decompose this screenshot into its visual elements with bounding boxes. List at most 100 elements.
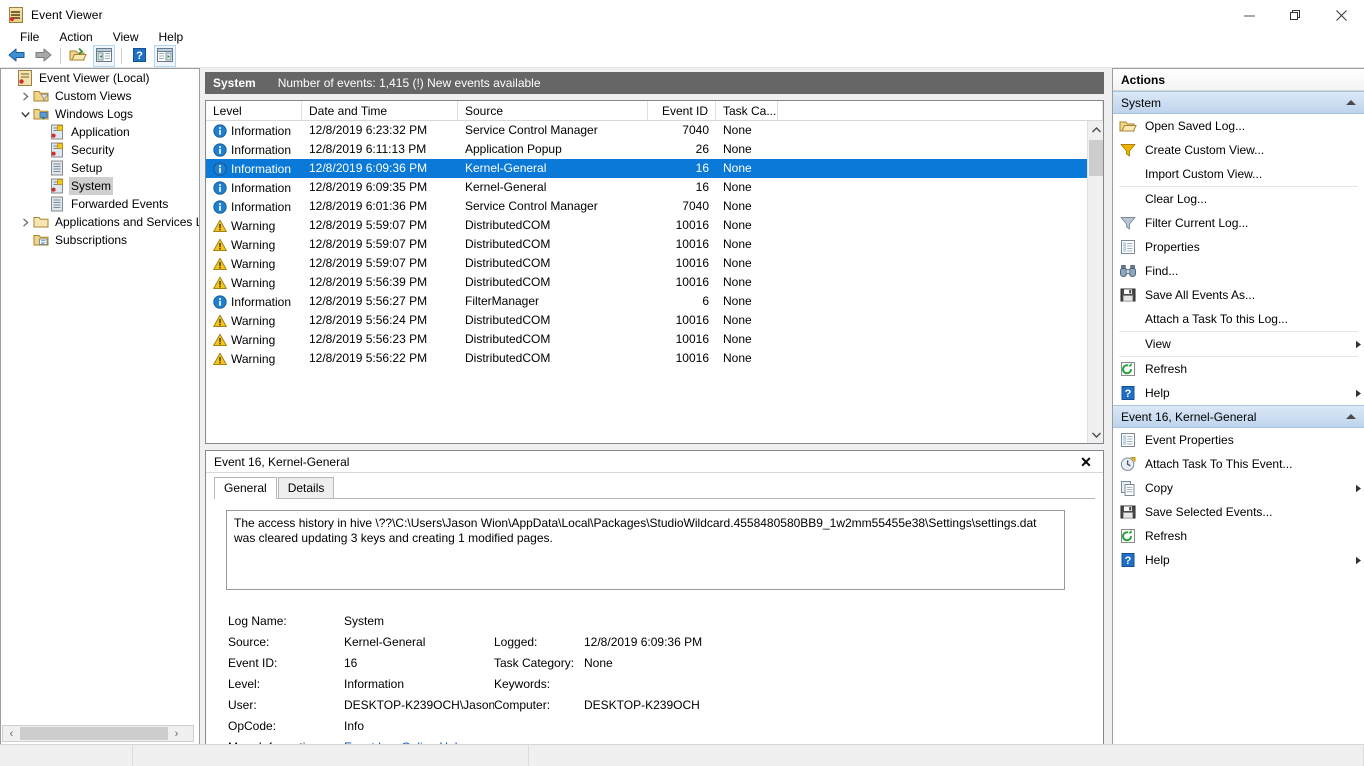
actions-body: System Open Saved Log... Create Custom Vie…	[1113, 91, 1364, 572]
table-row[interactable]: Warning 12/8/2019 5:56:23 PM DistributedCO…	[206, 330, 1087, 349]
collapse-triangle-icon[interactable]	[1346, 100, 1356, 105]
cell-source: DistributedCOM	[465, 313, 551, 327]
menu-file[interactable]: File	[10, 30, 49, 44]
action-item-clear-log[interactable]: Clear Log...	[1113, 187, 1364, 211]
column-header-level[interactable]: Level	[206, 101, 302, 120]
action-item-label: Attach Task To This Event...	[1145, 457, 1293, 471]
menu-help[interactable]: Help	[149, 30, 194, 44]
table-row[interactable]: Information 12/8/2019 6:09:36 PM Kernel-Ge…	[206, 159, 1087, 178]
status-bar	[0, 744, 1364, 766]
events-vertical-scrollbar[interactable]	[1087, 121, 1103, 443]
actions-section-header[interactable]: System	[1113, 91, 1364, 114]
action-item-view[interactable]: View	[1113, 332, 1364, 356]
action-item-event-properties[interactable]: Event Properties	[1113, 428, 1364, 452]
scrollbar-thumb[interactable]	[20, 727, 168, 740]
menu-view[interactable]: View	[103, 30, 149, 44]
tree-node-windows-logs[interactable]: Windows Logs	[1, 105, 199, 123]
restore-icon[interactable]	[1272, 0, 1318, 30]
action-item-open-saved-log[interactable]: Open Saved Log...	[1113, 114, 1364, 138]
scroll-right-icon[interactable]: ›	[168, 726, 185, 741]
table-row[interactable]: Warning 12/8/2019 5:59:07 PM DistributedCO…	[206, 216, 1087, 235]
action-item-import-custom-view[interactable]: Import Custom View...	[1113, 162, 1364, 186]
back-button[interactable]	[4, 45, 30, 67]
action-item-save-all-events-as[interactable]: Save All Events As...	[1113, 283, 1364, 307]
action-item-save-selected-events[interactable]: Save Selected Events...	[1113, 500, 1364, 524]
action-item-attach-a-task-to-this-log[interactable]: Attach a Task To this Log...	[1113, 307, 1364, 331]
table-row[interactable]: Warning 12/8/2019 5:56:24 PM DistributedCO…	[206, 311, 1087, 330]
action-item-properties[interactable]: Properties	[1113, 235, 1364, 259]
tree-node-subscriptions[interactable]: Subscriptions	[1, 231, 199, 249]
cell-level: Warning	[206, 333, 302, 347]
tree-node-event-viewer-local[interactable]: Event Viewer (Local)	[1, 69, 199, 87]
action-item-help[interactable]: ? Help	[1113, 548, 1364, 572]
scrollbar-thumb[interactable]	[1089, 140, 1103, 176]
table-row[interactable]: Information 12/8/2019 6:09:35 PM Kernel-Ge…	[206, 178, 1087, 197]
scroll-left-icon[interactable]: ‹	[3, 726, 20, 741]
tab-details[interactable]: Details	[277, 477, 335, 499]
cell-event-id: 16	[695, 161, 709, 175]
help-button[interactable]: ?	[126, 45, 152, 67]
menu-action[interactable]: Action	[49, 30, 102, 44]
main-content: Event Viewer (Local) Custom Views Windows …	[0, 68, 1364, 766]
column-header-source[interactable]: Source	[458, 101, 648, 120]
table-row[interactable]: Warning 12/8/2019 5:59:07 PM DistributedCO…	[206, 254, 1087, 273]
collapse-triangle-icon[interactable]	[1346, 414, 1356, 419]
toolbar-separator-2	[121, 47, 122, 64]
table-row[interactable]: Warning 12/8/2019 5:59:07 PM DistributedCO…	[206, 235, 1087, 254]
scroll-down-icon[interactable]	[1088, 426, 1104, 443]
help-question-icon: ?	[130, 47, 148, 65]
folder-open-icon	[69, 47, 87, 65]
status-cell-2	[133, 745, 529, 766]
table-row[interactable]: Information 12/8/2019 6:23:32 PM Service C…	[206, 121, 1087, 140]
table-row[interactable]: Information 12/8/2019 6:11:13 PM Applicati…	[206, 140, 1087, 159]
forward-button[interactable]	[30, 45, 56, 67]
action-item-copy[interactable]: Copy	[1113, 476, 1364, 500]
tree-node-applications-and-services-lo[interactable]: Applications and Services Lo	[1, 213, 199, 231]
close-icon[interactable]	[1318, 0, 1364, 30]
information-icon	[213, 142, 227, 157]
tree-node-custom-views[interactable]: Custom Views	[1, 87, 199, 105]
cell-source: DistributedCOM	[465, 237, 551, 251]
tree-horizontal-scrollbar[interactable]: ‹ ›	[2, 725, 194, 742]
chevron-right-icon[interactable]	[17, 87, 33, 105]
action-item-create-custom-view[interactable]: Create Custom View...	[1113, 138, 1364, 162]
column-header-event-id[interactable]: Event ID	[648, 101, 716, 120]
cell-source: DistributedCOM	[465, 275, 551, 289]
chevron-right-icon[interactable]	[17, 213, 33, 231]
action-item-help[interactable]: ? Help	[1113, 381, 1364, 405]
level-text: Warning	[231, 237, 276, 252]
action-item-refresh[interactable]: Refresh	[1113, 357, 1364, 381]
cell-level: Information	[206, 181, 302, 195]
tree-node-forwarded-events[interactable]: Forwarded Events	[1, 195, 199, 213]
close-icon[interactable]: ✕	[1077, 453, 1095, 471]
tree-node-security[interactable]: Security	[1, 141, 199, 159]
cell-level: Information	[206, 124, 302, 138]
show-hide-action-pane-button[interactable]	[152, 44, 178, 67]
table-row[interactable]: Information 12/8/2019 6:01:36 PM Service C…	[206, 197, 1087, 216]
action-item-refresh[interactable]: Refresh	[1113, 524, 1364, 548]
table-row[interactable]: Warning 12/8/2019 5:56:39 PM DistributedCO…	[206, 273, 1087, 292]
toolbar-separator	[60, 47, 61, 64]
table-row[interactable]: Warning 12/8/2019 5:56:22 PM DistributedCO…	[206, 349, 1087, 368]
actions-section-header[interactable]: Event 16, Kernel-General	[1113, 405, 1364, 428]
cell-event-id: 10016	[675, 313, 709, 327]
chevron-down-icon[interactable]	[17, 105, 33, 123]
tree-node-application[interactable]: Application	[1, 123, 199, 141]
table-row[interactable]: Information 12/8/2019 5:56:27 PM FilterMan…	[206, 292, 1087, 311]
tree-node-setup[interactable]: Setup	[1, 159, 199, 177]
open-saved-log-button[interactable]	[65, 45, 91, 67]
log-icon	[49, 178, 65, 194]
action-item-filter-current-log[interactable]: Filter Current Log...	[1113, 211, 1364, 235]
tree-node-system[interactable]: System	[1, 177, 199, 195]
action-item-attach-task-to-this-event[interactable]: Attach Task To This Event...	[1113, 452, 1364, 476]
level-text: Warning	[231, 313, 276, 328]
minimize-icon[interactable]	[1226, 0, 1272, 30]
scroll-up-icon[interactable]	[1088, 121, 1104, 138]
show-hide-console-tree-button[interactable]	[91, 44, 117, 67]
tab-general[interactable]: General	[214, 477, 277, 499]
action-item-find[interactable]: Find...	[1113, 259, 1364, 283]
task-category-label: Task Category:	[494, 655, 575, 670]
column-header-task-ca[interactable]: Task Ca...	[716, 101, 778, 120]
column-header-date-and-time[interactable]: Date and Time	[302, 101, 458, 120]
